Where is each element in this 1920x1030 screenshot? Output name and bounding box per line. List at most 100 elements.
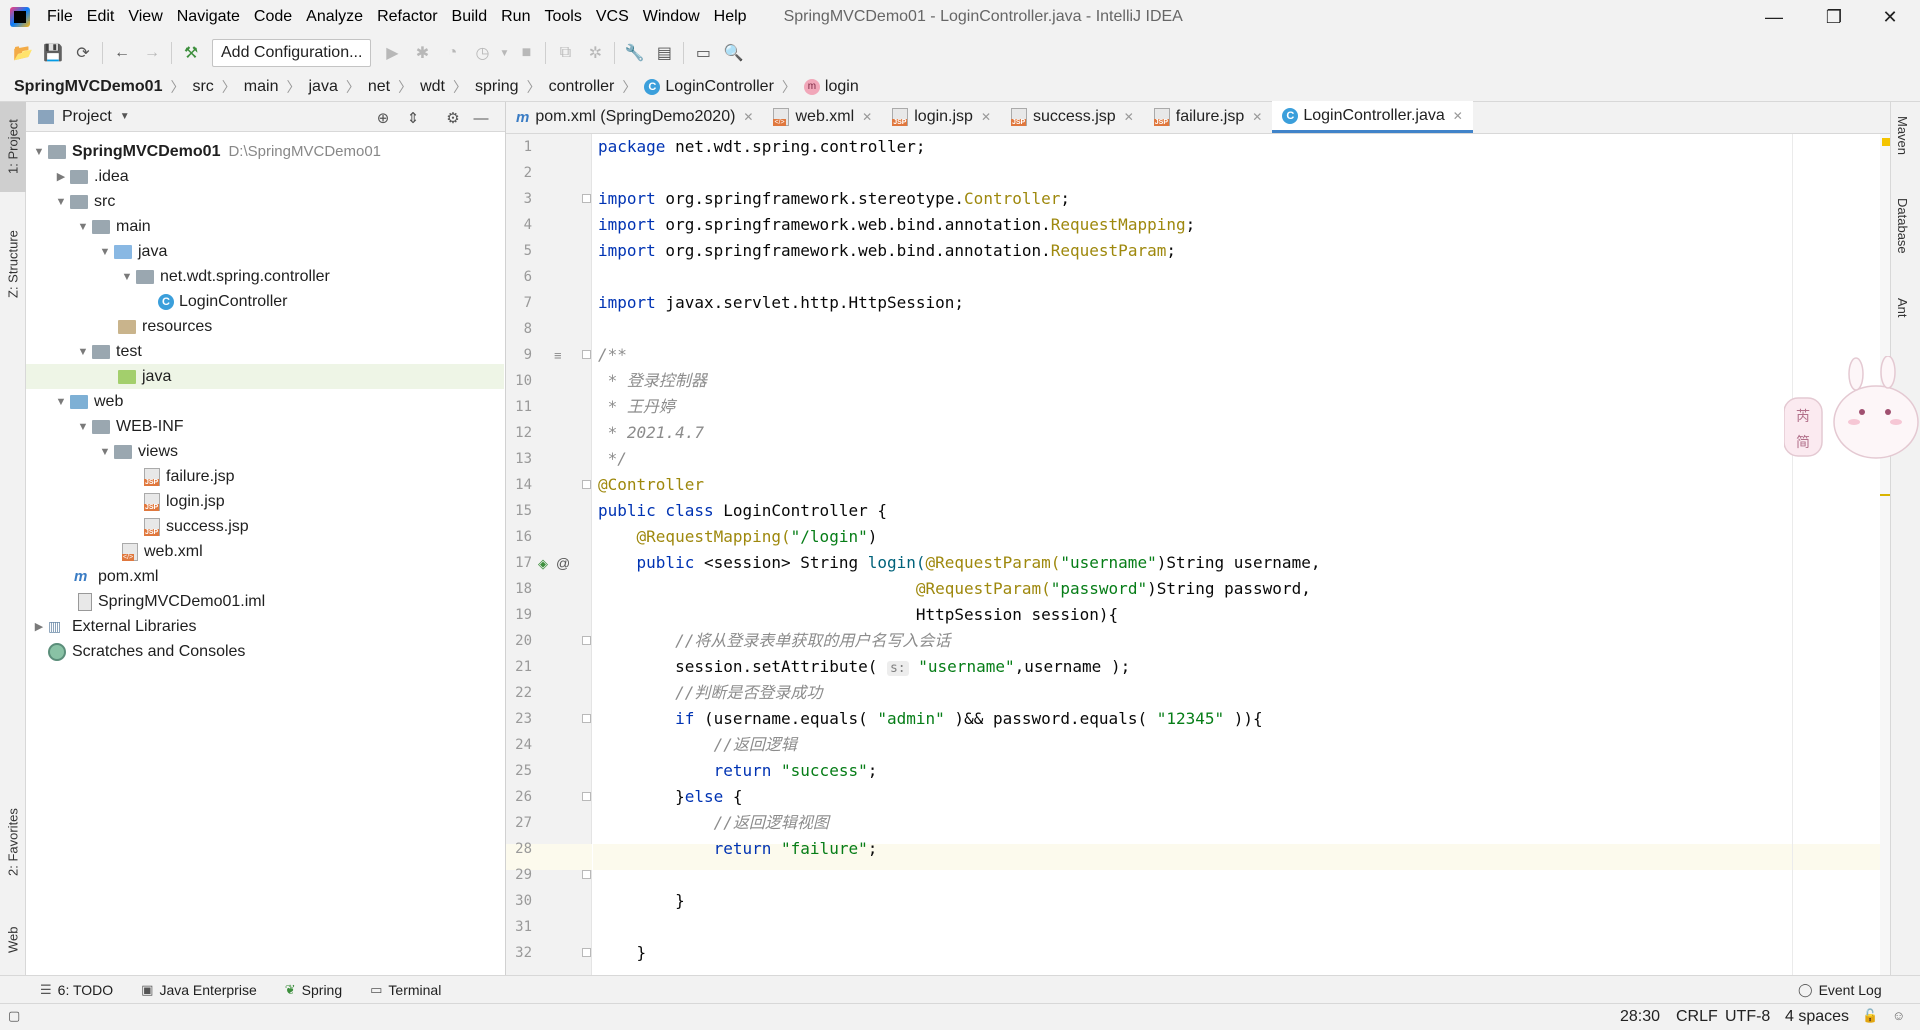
terminal-tool-button[interactable]: ▭ Terminal	[370, 982, 441, 998]
chevron-down-icon[interactable]: ▼	[497, 38, 511, 68]
java-enterprise-tool-button[interactable]: ▣ Java Enterprise	[141, 982, 257, 998]
debug-icon[interactable]: ✱	[407, 38, 437, 68]
project-structure-icon[interactable]: ▤	[649, 38, 679, 68]
tree-item-idea[interactable]: ▶ .idea	[26, 164, 504, 189]
gear-icon[interactable]: ⚙	[442, 107, 464, 129]
tool-tab-structure[interactable]: Z: Structure	[0, 214, 26, 314]
profile-icon[interactable]: ◷	[467, 38, 497, 68]
indent-setting[interactable]: 4 spaces	[1785, 1008, 1849, 1026]
coverage-icon[interactable]: ◔	[437, 38, 467, 68]
menu-vcs[interactable]: VCS	[589, 0, 636, 34]
menu-refactor[interactable]: Refactor	[370, 0, 444, 34]
expand-arrow-icon[interactable]: ▼	[96, 446, 114, 458]
expand-arrow-icon[interactable]: ▶	[30, 620, 48, 633]
collapse-all-icon[interactable]: ⇕	[402, 107, 424, 129]
fold-marker-icon[interactable]	[582, 948, 591, 957]
toggle-tool-windows-icon[interactable]: ▢	[8, 1008, 20, 1024]
breadcrumb-net[interactable]: net	[368, 78, 390, 96]
run-configuration-dropdown[interactable]: Add Configuration...	[212, 39, 372, 67]
inspection-status-icon[interactable]	[1882, 138, 1890, 146]
expand-arrow-icon[interactable]: ▼	[96, 246, 114, 258]
tree-item-pom-xml[interactable]: m pom.xml	[26, 564, 504, 589]
menu-window[interactable]: Window	[636, 0, 707, 34]
fold-marker-icon[interactable]	[582, 480, 591, 489]
menu-view[interactable]: View	[121, 0, 169, 34]
close-button[interactable]: ✕	[1860, 0, 1920, 34]
scrollbar-marker[interactable]	[1880, 494, 1890, 496]
expand-arrow-icon[interactable]: ▼	[118, 271, 136, 283]
expand-arrow-icon[interactable]: ▼	[74, 421, 92, 433]
tool-tab-ant[interactable]: Ant	[1895, 298, 1910, 318]
tree-item-resources[interactable]: resources	[26, 314, 504, 339]
tool-tab-project[interactable]: 1: Project	[0, 102, 26, 192]
settings-wrench-icon[interactable]: 🔧	[619, 38, 649, 68]
back-arrow-icon[interactable]: ←	[107, 38, 137, 68]
expand-arrow-icon[interactable]: ▶	[52, 170, 70, 183]
breadcrumb-project[interactable]: SpringMVCDemo01	[14, 78, 162, 96]
tree-item-web-xml[interactable]: web.xml	[26, 539, 504, 564]
tree-item-external-libraries[interactable]: ▶ ▥ External Libraries	[26, 614, 504, 639]
tree-item-login-jsp[interactable]: login.jsp	[26, 489, 504, 514]
breadcrumb-method[interactable]: login	[825, 78, 859, 96]
save-all-icon[interactable]: 💾	[38, 38, 68, 68]
breadcrumb-main[interactable]: main	[244, 78, 279, 96]
menu-help[interactable]: Help	[707, 0, 754, 34]
tree-item-test-java[interactable]: java	[26, 364, 504, 389]
fold-marker-icon[interactable]	[582, 194, 591, 203]
tree-item-scratches[interactable]: Scratches and Consoles	[26, 639, 504, 664]
restore-button[interactable]: ❐	[1804, 0, 1864, 34]
file-encoding[interactable]: UTF-8	[1725, 1008, 1770, 1026]
tree-item-views[interactable]: ▼ views	[26, 439, 504, 464]
tool-tab-web[interactable]: Web	[0, 910, 26, 970]
expand-arrow-icon[interactable]: ▼	[52, 196, 70, 208]
doc-comment-render-icon[interactable]: ≡	[554, 348, 562, 363]
vertical-scrollbar[interactable]	[1880, 134, 1890, 975]
menu-file[interactable]: File	[40, 0, 80, 34]
ant-build-icon[interactable]: ✲	[580, 38, 610, 68]
expand-arrow-icon[interactable]: ▼	[74, 221, 92, 233]
project-panel-title[interactable]: Project	[62, 108, 112, 126]
breadcrumb-wdt[interactable]: wdt	[420, 78, 445, 96]
tab-success-jsp[interactable]: success.jsp ✕	[1001, 101, 1144, 133]
tool-tab-maven[interactable]: Maven	[1895, 116, 1910, 155]
close-tab-icon[interactable]: ✕	[981, 110, 991, 124]
spring-mapping-icon[interactable]: ◈	[538, 556, 548, 572]
run-icon[interactable]: ▶	[377, 38, 407, 68]
tree-item-failure-jsp[interactable]: failure.jsp	[26, 464, 504, 489]
menu-run[interactable]: Run	[494, 0, 537, 34]
tab-login-jsp[interactable]: login.jsp ✕	[882, 101, 1001, 133]
tree-item-java-sources[interactable]: ▼ java	[26, 239, 504, 264]
close-tab-icon[interactable]: ✕	[1124, 110, 1134, 124]
locate-target-icon[interactable]: ⊕	[372, 107, 394, 129]
tree-item-project-root[interactable]: ▼ SpringMVCDemo01 D:\SpringMVCDemo01	[26, 139, 504, 164]
fold-marker-icon[interactable]	[582, 714, 591, 723]
tree-item-success-jsp[interactable]: success.jsp	[26, 514, 504, 539]
fold-marker-icon[interactable]	[582, 792, 591, 801]
attach-debugger-icon[interactable]: ⧉	[550, 38, 580, 68]
hide-panel-icon[interactable]: —	[470, 107, 492, 129]
event-log-tool-button[interactable]: ◯ Event Log	[1798, 982, 1882, 998]
breadcrumb-class[interactable]: LoginController	[665, 78, 774, 96]
tree-item-login-controller[interactable]: C LoginController	[26, 289, 504, 314]
expand-arrow-icon[interactable]: ▼	[52, 396, 70, 408]
tree-item-iml[interactable]: SpringMVCDemo01.iml	[26, 589, 504, 614]
build-hammer-icon[interactable]: ⚒	[176, 38, 206, 68]
menu-tools[interactable]: Tools	[537, 0, 588, 34]
tree-item-package[interactable]: ▼ net.wdt.spring.controller	[26, 264, 504, 289]
request-mapping-at-icon[interactable]: @	[556, 555, 570, 571]
close-tab-icon[interactable]: ✕	[1453, 109, 1463, 123]
caret-position[interactable]: 28:30	[1620, 1008, 1660, 1026]
tree-item-src[interactable]: ▼ src	[26, 189, 504, 214]
breadcrumb-spring[interactable]: spring	[475, 78, 519, 96]
synchronize-icon[interactable]: ⟳	[68, 38, 98, 68]
menu-edit[interactable]: Edit	[80, 0, 122, 34]
menu-navigate[interactable]: Navigate	[170, 0, 247, 34]
tree-item-web-inf[interactable]: ▼ WEB-INF	[26, 414, 504, 439]
line-separator[interactable]: CRLF	[1676, 1008, 1718, 1026]
menu-code[interactable]: Code	[247, 0, 299, 34]
tool-tab-favorites[interactable]: 2: Favorites	[0, 792, 26, 892]
chevron-down-icon[interactable]: ▼	[120, 111, 130, 122]
close-tab-icon[interactable]: ✕	[743, 110, 753, 124]
spring-tool-button[interactable]: ❦ Spring	[285, 982, 342, 998]
lock-icon[interactable]: 🔓	[1862, 1008, 1878, 1024]
